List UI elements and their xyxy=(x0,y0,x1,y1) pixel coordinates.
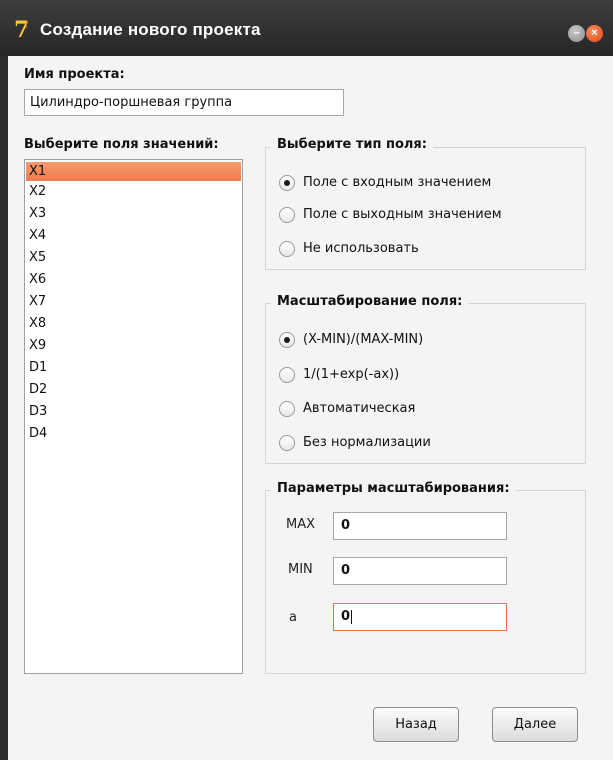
radio-unchecked-icon xyxy=(279,367,295,383)
radio-unchecked-icon xyxy=(279,207,295,223)
max-label: MAX xyxy=(286,517,316,532)
next-button[interactable]: Далее xyxy=(492,707,578,742)
minimize-icon: – xyxy=(573,27,580,39)
radio-label: Поле с выходным значением xyxy=(303,207,502,222)
list-item-x4[interactable]: X4 xyxy=(26,226,241,245)
a-input[interactable]: 0 xyxy=(333,603,507,631)
a-label: a xyxy=(289,610,297,625)
radio-label: Без нормализации xyxy=(303,435,431,450)
new-project-dialog: 7 і Создание нового проекта – × Имя прое… xyxy=(0,0,613,760)
radio-label: Не использовать xyxy=(303,241,419,256)
radio-unchecked-icon xyxy=(279,435,295,451)
a-input-value: 0 xyxy=(341,609,351,624)
window-left-edge xyxy=(0,56,8,760)
min-label: MIN xyxy=(288,562,313,577)
list-item-x2[interactable]: X2 xyxy=(26,182,241,201)
close-icon: × xyxy=(591,27,598,39)
radio-label: (X-MIN)/(MAX-MIN) xyxy=(303,332,424,347)
scaling-title: Масштабирование поля: xyxy=(271,294,469,309)
min-input[interactable]: 0 xyxy=(333,557,507,585)
project-name-input[interactable]: Цилиндро-поршневая группа xyxy=(24,89,344,116)
list-item-x3[interactable]: X3 xyxy=(26,204,241,223)
text-caret xyxy=(351,609,353,624)
list-item-d2[interactable]: D2 xyxy=(26,380,241,399)
list-item-x7[interactable]: X7 xyxy=(26,292,241,311)
svg-text:і: і xyxy=(25,19,28,31)
radio-label: 1/(1+exp(-ax)) xyxy=(303,367,400,382)
title-bar[interactable]: 7 і Создание нового проекта – × xyxy=(0,0,613,56)
close-button[interactable]: × xyxy=(586,25,603,42)
app-logo-icon: 7 і xyxy=(14,17,29,41)
radio-label: Автоматическая xyxy=(303,401,416,416)
list-item-d1[interactable]: D1 xyxy=(26,358,241,377)
fields-label: Выберите поля значений: xyxy=(24,137,219,152)
list-item-x1[interactable]: X1 xyxy=(26,162,241,181)
radio-label: Поле с входным значением xyxy=(303,175,492,190)
list-item-x6[interactable]: X6 xyxy=(26,270,241,289)
list-item-x8[interactable]: X8 xyxy=(26,314,241,333)
window-title: Создание нового проекта xyxy=(40,20,261,39)
project-name-label: Имя проекта: xyxy=(24,67,125,82)
list-item-d3[interactable]: D3 xyxy=(26,402,241,421)
list-item-x5[interactable]: X5 xyxy=(26,248,241,267)
radio-unchecked-icon xyxy=(279,401,295,417)
minimize-button[interactable]: – xyxy=(568,25,585,42)
field-type-title: Выберите тип поля: xyxy=(271,137,433,152)
max-input[interactable]: 0 xyxy=(333,512,507,540)
radio-checked-icon xyxy=(279,175,295,191)
radio-unchecked-icon xyxy=(279,241,295,257)
fields-list[interactable]: X1 X2 X3 X4 X5 X6 X7 X8 X9 D1 D2 D3 D4 xyxy=(24,159,243,674)
back-button[interactable]: Назад xyxy=(373,707,459,742)
list-item-x9[interactable]: X9 xyxy=(26,336,241,355)
radio-checked-icon xyxy=(279,332,295,348)
list-item-d4[interactable]: D4 xyxy=(26,424,241,443)
scaling-params-title: Параметры масштабирования: xyxy=(271,481,516,496)
